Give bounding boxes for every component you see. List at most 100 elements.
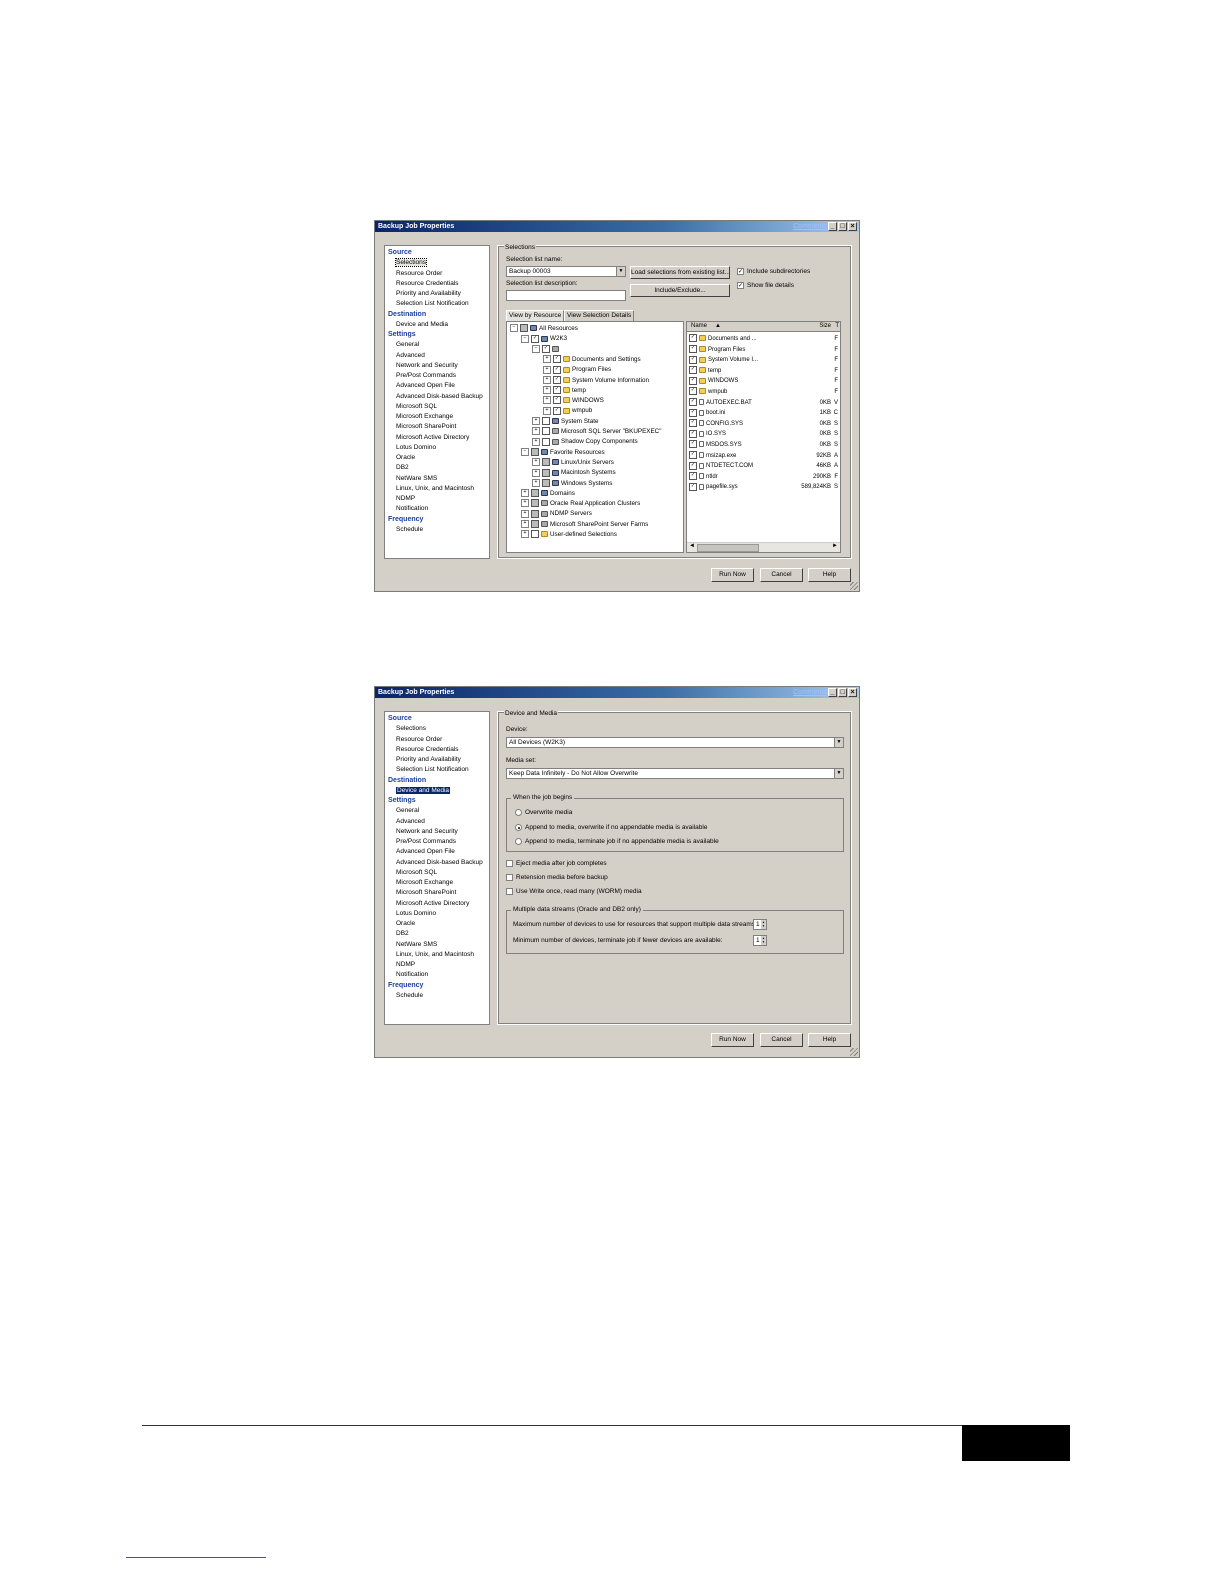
tree-node[interactable]: + ✓ Program Files — [543, 365, 611, 374]
expand-icon[interactable]: + — [521, 499, 529, 508]
device-select[interactable]: All Devices (W2K3) ▼ — [506, 737, 844, 748]
list-item[interactable]: ✓ CONFIG.SYS 0KB S — [689, 419, 838, 429]
selection-list-description-input[interactable] — [506, 290, 626, 301]
nav-item-network-and-security[interactable]: Network and Security — [396, 362, 458, 369]
expand-icon[interactable]: + — [521, 489, 529, 498]
file-checkbox[interactable]: ✓ — [689, 345, 697, 354]
nav-item-resource-order[interactable]: Resource Order — [396, 736, 442, 743]
list-item[interactable]: ✓ NTDETECT.COM 46KB A — [689, 461, 838, 471]
file-checkbox[interactable]: ✓ — [689, 461, 697, 470]
tree-node[interactable]: + ✓ WINDOWS — [543, 396, 604, 405]
tree-checkbox[interactable]: ✓ — [531, 334, 539, 343]
tree-node[interactable]: + Microsoft SQL Server "BKUPEXEC" — [532, 427, 661, 436]
list-item[interactable]: ✓ pagefile.sys 589,824KB S — [689, 482, 838, 492]
tree-node[interactable]: + User-defined Selections — [521, 530, 617, 539]
list-item[interactable]: ✓ boot.ini 1KB C — [689, 408, 838, 418]
expand-icon[interactable]: + — [532, 468, 540, 477]
dropdown-arrow-icon[interactable]: ▼ — [616, 267, 625, 276]
nav-item-lotus-domino[interactable]: Lotus Domino — [396, 444, 436, 451]
comments-link[interactable]: Comments — [793, 221, 827, 232]
nav-item-microsoft-sharepoint[interactable]: Microsoft SharePoint — [396, 423, 456, 430]
nav-item-device-and-media[interactable]: Device and Media — [396, 321, 448, 328]
tree-checkbox[interactable] — [542, 478, 550, 487]
list-item[interactable]: ✓ Documents and ... F — [689, 334, 838, 344]
help-button[interactable]: Help — [808, 1033, 851, 1047]
nav-item-general[interactable]: General — [396, 341, 419, 348]
file-checkbox[interactable]: ✓ — [689, 387, 697, 396]
scroll-left-icon[interactable]: ◄ — [689, 543, 695, 549]
tree-checkbox[interactable] — [542, 468, 550, 477]
list-item[interactable]: ✓ wmpub F — [689, 387, 838, 397]
tree-node[interactable]: + Microsoft SharePoint Server Farms — [521, 520, 648, 529]
worm-media-checkbox[interactable] — [506, 888, 513, 895]
append-overwrite-radio[interactable] — [515, 824, 522, 831]
show-file-details-checkbox[interactable]: ✓ — [737, 282, 744, 289]
expand-icon[interactable]: + — [543, 375, 551, 384]
tree-node[interactable]: + Windows Systems — [532, 478, 612, 488]
tree-checkbox[interactable]: ✓ — [553, 365, 561, 374]
collapse-icon[interactable]: − — [510, 324, 518, 333]
max-devices-stepper[interactable]: 1 — [753, 919, 767, 930]
tree-checkbox[interactable] — [542, 417, 550, 426]
nav-item-selections[interactable]: Selections — [396, 725, 426, 732]
nav-item-pre-post-commands[interactable]: Pre/Post Commands — [396, 372, 456, 379]
comments-link[interactable]: Comments — [793, 687, 827, 698]
nav-item-pre-post-commands[interactable]: Pre/Post Commands — [396, 838, 456, 845]
tree-node[interactable]: + ✓ System Volume Information — [543, 375, 649, 385]
list-item[interactable]: ✓ WINDOWS F — [689, 376, 838, 386]
tab-view-selection-details[interactable]: View Selection Details — [564, 310, 635, 321]
file-checkbox[interactable]: ✓ — [689, 366, 697, 375]
nav-item-netware-sms[interactable]: NetWare SMS — [396, 475, 437, 482]
tree-checkbox[interactable]: ✓ — [553, 396, 561, 405]
column-size-header[interactable]: Size — [819, 322, 831, 331]
file-checkbox[interactable]: ✓ — [689, 398, 697, 407]
nav-item-microsoft-sql[interactable]: Microsoft SQL — [396, 403, 437, 410]
tree-node[interactable]: + Macintosh Systems — [532, 468, 616, 477]
resize-grip-icon[interactable] — [850, 1048, 858, 1056]
file-checkbox[interactable]: ✓ — [689, 429, 697, 438]
dropdown-arrow-icon[interactable]: ▼ — [834, 738, 843, 747]
nav-item-selection-list-notification[interactable]: Selection List Notification — [396, 766, 469, 773]
include-exclude-button[interactable]: Include/Exclude... — [630, 284, 730, 297]
horizontal-scrollbar[interactable]: ◄ ► — [687, 542, 840, 552]
load-selections-button[interactable]: Load selections from existing list... — [630, 266, 730, 279]
resize-grip-icon[interactable] — [850, 582, 858, 590]
tree-node[interactable]: + ✓ temp — [543, 386, 586, 395]
file-checkbox[interactable]: ✓ — [689, 355, 697, 364]
tree-node[interactable]: − Favorite Resources — [521, 447, 605, 457]
tree-checkbox[interactable]: ✓ — [553, 375, 561, 384]
nav-item-schedule[interactable]: Schedule — [396, 526, 423, 533]
tree-checkbox[interactable]: ✓ — [542, 344, 550, 353]
tree-node[interactable]: + System State — [532, 417, 598, 426]
nav-item-microsoft-active-directory[interactable]: Microsoft Active Directory — [396, 434, 469, 441]
tree-node[interactable]: + ✓ wmpub — [543, 406, 592, 415]
expand-icon[interactable]: + — [543, 386, 551, 395]
tree-checkbox[interactable] — [531, 447, 539, 456]
tree-checkbox[interactable] — [542, 427, 550, 436]
cancel-button[interactable]: Cancel — [760, 1033, 803, 1047]
scroll-thumb[interactable] — [697, 544, 759, 552]
nav-item-microsoft-exchange[interactable]: Microsoft Exchange — [396, 413, 453, 420]
nav-item-advanced[interactable]: Advanced — [396, 352, 425, 359]
nav-item-resource-credentials[interactable]: Resource Credentials — [396, 280, 459, 287]
tree-node[interactable]: + Shadow Copy Components — [532, 437, 638, 446]
tree-checkbox[interactable] — [520, 324, 528, 333]
expand-icon[interactable]: + — [543, 396, 551, 405]
help-button[interactable]: Help — [808, 568, 851, 582]
expand-icon[interactable]: + — [543, 365, 551, 374]
nav-item-db2[interactable]: DB2 — [396, 464, 409, 471]
list-item[interactable]: ✓ msizap.exe 92KB A — [689, 451, 838, 461]
nav-item-general[interactable]: General — [396, 807, 419, 814]
file-checkbox[interactable]: ✓ — [689, 376, 697, 385]
nav-item-notification[interactable]: Notification — [396, 971, 428, 978]
tree-checkbox[interactable] — [531, 509, 539, 518]
tree-checkbox[interactable] — [531, 489, 539, 498]
min-devices-stepper[interactable]: 1 — [753, 935, 767, 946]
expand-icon[interactable]: + — [543, 406, 551, 415]
nav-item-advanced-open-file[interactable]: Advanced Open File — [396, 848, 455, 855]
column-name-header[interactable]: Name — [691, 322, 707, 331]
nav-item-notification[interactable]: Notification — [396, 505, 428, 512]
nav-item-db2[interactable]: DB2 — [396, 930, 409, 937]
expand-icon[interactable]: + — [521, 520, 529, 529]
nav-item-oracle[interactable]: Oracle — [396, 454, 415, 461]
